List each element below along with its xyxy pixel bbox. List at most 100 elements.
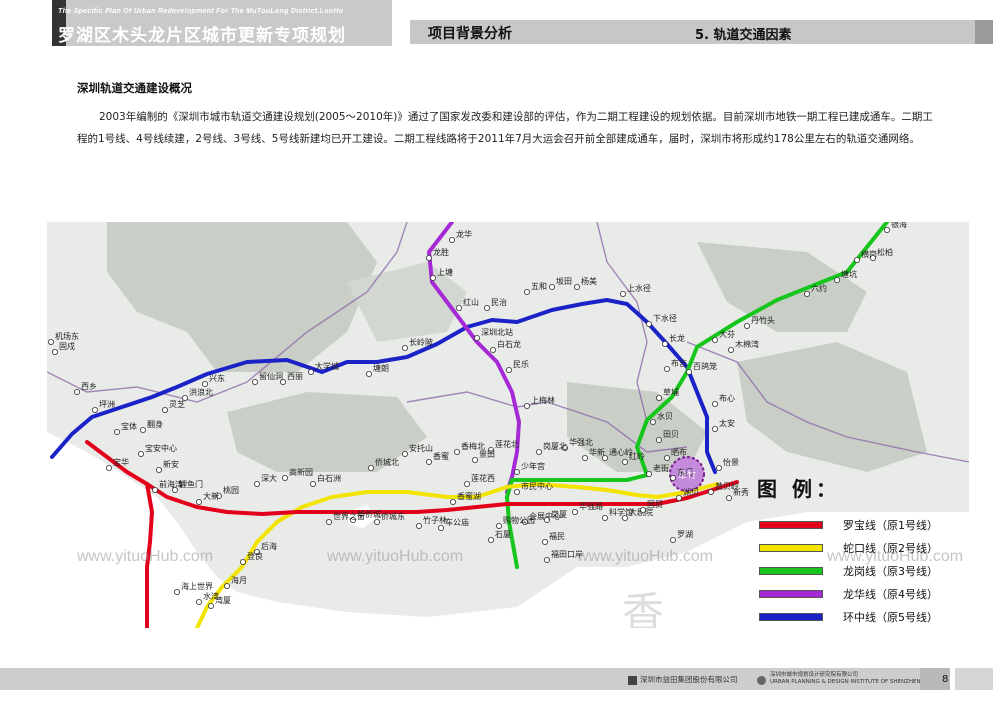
legend-label: 龙岗线（原3号线）	[843, 565, 938, 578]
station-dot	[307, 368, 314, 375]
station-dot	[152, 486, 159, 493]
station-label: 白石龙	[497, 339, 521, 349]
station-dot	[463, 480, 470, 487]
station-label: 宝华	[113, 457, 129, 467]
station-dot	[574, 284, 581, 291]
station-label: 塘坑	[841, 269, 857, 279]
station-label: 龙胜	[433, 247, 449, 257]
station-dot	[239, 558, 246, 565]
station-label: 洪浪北	[189, 387, 213, 397]
station-label: 莲花北	[495, 439, 519, 449]
station-dot	[174, 588, 181, 595]
station-dot	[449, 498, 456, 505]
station-dot	[662, 341, 669, 348]
company-logo-icon	[628, 676, 637, 685]
station-label: 上塘	[437, 267, 453, 277]
station-label: 西丽	[287, 372, 303, 381]
station-dot	[523, 289, 530, 296]
station-dot	[181, 394, 188, 401]
station-dot	[664, 454, 671, 461]
brand-english-title: The Specific Plan Of Urban Redevelopment…	[58, 8, 344, 15]
station-label: 下水径	[653, 313, 677, 323]
station-label: 固戍	[59, 341, 75, 351]
legend-swatch-line4	[759, 590, 823, 598]
station-label: 东门	[677, 467, 693, 477]
station-dot	[670, 474, 677, 481]
subsection-title: 5. 轨道交通因素	[695, 28, 792, 43]
station-label: 深大	[261, 473, 277, 483]
station-dot	[487, 536, 494, 543]
station-dot	[489, 347, 496, 354]
legend-swatch-line1	[759, 521, 823, 529]
station-dot	[195, 598, 202, 605]
station-label: 杨美	[581, 276, 597, 286]
station-label: 桃园	[223, 485, 239, 495]
station-label: 石厦	[495, 530, 511, 539]
station-label: 海上世界	[181, 581, 213, 591]
station-dot	[455, 305, 462, 312]
legend-label: 蛇口线（原2号线）	[843, 542, 938, 555]
station-dot	[708, 488, 715, 495]
footer: 深圳市益田集团股份有限公司 深圳市城市规划设计研究院有限公司 URBAN PLA…	[0, 668, 993, 702]
legend-title: 图 例：	[757, 477, 840, 501]
station-label: 布吉	[671, 358, 687, 368]
station-label: 湖贝	[683, 488, 699, 497]
station-label: 香梅北	[461, 441, 485, 451]
station-dot	[367, 464, 374, 471]
station-dot	[471, 456, 478, 463]
station-label: 西乡	[81, 382, 97, 391]
station-label: 木棉湾	[735, 339, 759, 349]
watermark: www.yituoHub.com	[327, 548, 464, 565]
watermark: www.yituoHub.com	[577, 548, 714, 565]
station-label: 草埔	[663, 387, 679, 397]
station-dot	[448, 236, 455, 243]
legend-swatch-line3	[759, 567, 823, 575]
station-dot	[483, 305, 490, 312]
station-label: 新安	[163, 459, 179, 469]
station-dot	[325, 518, 332, 525]
station-dot	[602, 514, 609, 521]
station-label: 翻身	[147, 419, 163, 429]
station-dot	[712, 425, 719, 432]
map-legend: 图 例： 罗宝线（原1号线） 蛇口线（原2号线） 龙岗线（原3号线） 龙华线（原…	[749, 473, 969, 628]
legend-label: 环中线（原5号线）	[843, 611, 938, 624]
station-dot	[453, 448, 460, 455]
station-label: 水贝	[657, 411, 673, 421]
station-label: 五和	[531, 282, 547, 291]
brand-chinese-title: 罗湖区木头龙片区城市更新专项规划	[58, 26, 346, 46]
station-label: 前海湾	[159, 479, 183, 489]
station-label: 世界之窗	[333, 511, 365, 521]
station-dot	[640, 506, 647, 513]
station-label: 龙华	[456, 229, 472, 239]
station-dot	[92, 406, 99, 413]
station-label: 安托山	[409, 443, 433, 453]
watermark: www.yituoHub.com	[77, 548, 214, 565]
station-dot	[223, 582, 230, 589]
station-label: 六约	[811, 283, 827, 293]
station-label: 坂田	[556, 276, 572, 286]
station-dot	[650, 418, 657, 425]
station-dot	[572, 508, 579, 515]
legend-label: 龙华线（原4号线）	[843, 588, 938, 601]
station-label: 景田	[479, 450, 495, 459]
station-dot	[48, 339, 54, 346]
station-dot	[582, 454, 589, 461]
station-dot	[195, 498, 202, 505]
station-label: 科学馆	[609, 507, 633, 517]
station-label: 上梅林	[531, 395, 555, 405]
station-label: 丹竹头	[751, 315, 775, 325]
station-label: 国贸	[647, 499, 663, 509]
terrain-hill	[107, 222, 377, 372]
station-label: 白石洲	[317, 473, 341, 483]
station-label: 登良	[247, 551, 263, 561]
station-label: 怡景	[723, 457, 739, 467]
station-label: 福民	[549, 532, 565, 541]
header-brand-block: The Specific Plan Of Urban Redevelopment…	[52, 0, 392, 46]
institute-logo-icon	[757, 676, 766, 685]
station-dot	[429, 275, 436, 282]
station-dot	[670, 536, 677, 543]
station-label: 灵芝	[169, 399, 185, 409]
station-label: 大新	[203, 491, 219, 501]
station-dot	[401, 450, 408, 457]
station-label: 民乐	[513, 359, 529, 369]
